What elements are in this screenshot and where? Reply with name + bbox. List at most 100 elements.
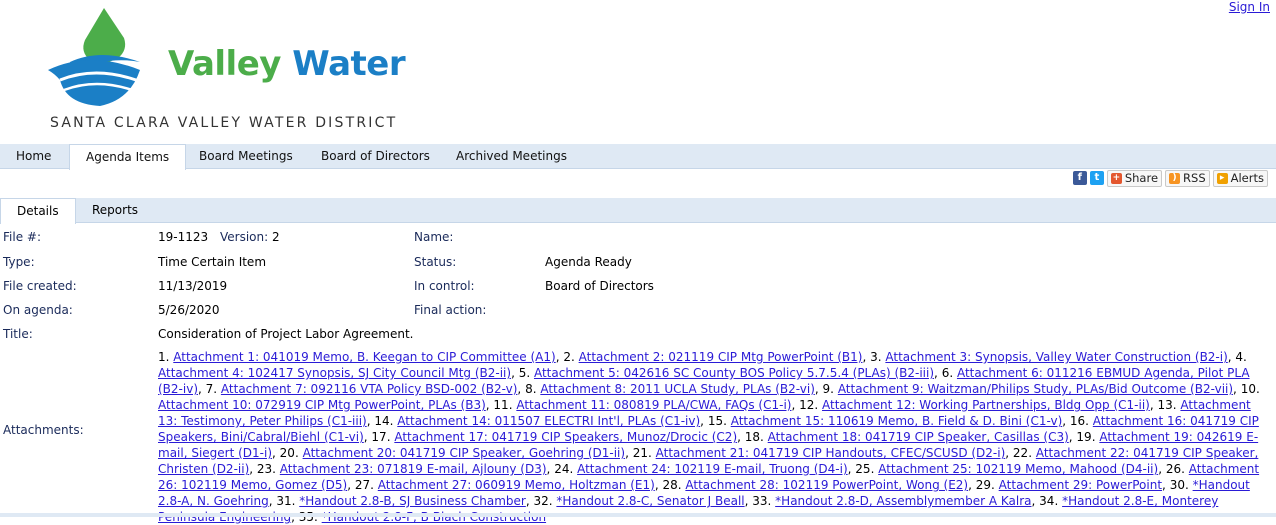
attachment-number: 25. [855, 462, 879, 476]
attachment-link[interactable]: Attachment 11: 080819 PLA/CWA, FAQs (C1-… [516, 398, 791, 412]
share-label: Share [1124, 171, 1159, 185]
attachment-number: 34. [1039, 494, 1063, 508]
attachment-number: 3. [870, 350, 886, 364]
attachment-separator: , [934, 366, 942, 380]
attachment-link[interactable]: Attachment 29: PowerPoint [999, 478, 1162, 492]
attachment-link[interactable]: Attachment 20: 041719 CIP Speaker, Goehr… [303, 446, 626, 460]
attachment-number: 8. [525, 382, 541, 396]
status-label: Status: [414, 255, 457, 269]
attachment-separator: , [1005, 446, 1013, 460]
attachment-link[interactable]: Attachment 24: 102119 E-mail, Truong (D4… [577, 462, 848, 476]
attachment-link[interactable]: Attachment 10: 072919 CIP Mtg PowerPoint… [158, 398, 486, 412]
attachment-number: 5. [518, 366, 534, 380]
attachment-number: 33. [752, 494, 776, 508]
attachment-separator: , [968, 478, 976, 492]
attachment-separator: , [1158, 462, 1166, 476]
version-value: 2 [272, 230, 280, 244]
attachment-link[interactable]: *Handout 2.8-B, SJ Business Chamber [299, 494, 526, 508]
attachments-label: Attachments: [3, 423, 84, 437]
attachment-link[interactable]: Attachment 17: 041719 CIP Speakers, Muno… [394, 430, 737, 444]
attachment-link[interactable]: Attachment 7: 092116 VTA Policy BSD-002 … [221, 382, 518, 396]
attachment-separator: , [511, 366, 519, 380]
alerts-button[interactable]: ▸ Alerts [1212, 169, 1268, 187]
attachment-link[interactable]: Attachment 2: 021119 CIP Mtg PowerPoint … [579, 350, 863, 364]
attachment-number: 15. [707, 414, 731, 428]
attachment-link[interactable]: Attachment 27: 060919 Memo, Holtzman (E1… [378, 478, 655, 492]
in-control-value: Board of Directors [545, 279, 654, 293]
on-agenda-value: 5/26/2020 [158, 303, 220, 317]
attachment-number: 12. [799, 398, 823, 412]
tab-reports[interactable]: Reports [76, 198, 154, 222]
rss-icon: ) [1169, 172, 1181, 184]
attachment-link[interactable]: *Handout 2.8-C, Senator J Beall [556, 494, 744, 508]
nav-tab-archived-meetings[interactable]: Archived Meetings [446, 144, 577, 168]
nav-tab-home[interactable]: Home [6, 144, 61, 168]
attachment-link[interactable]: Attachment 15: 110619 Memo, B. Field & D… [731, 414, 1063, 428]
file-created-value: 11/13/2019 [158, 279, 228, 293]
share-icon: + [1110, 172, 1122, 184]
attachment-separator: , [737, 430, 745, 444]
alerts-label: Alerts [1230, 171, 1264, 185]
attachment-number: 29. [975, 478, 999, 492]
attachment-separator: , [791, 398, 800, 412]
attachment-number: 26. [1165, 462, 1189, 476]
attachment-link[interactable]: Attachment 23: 071819 E-mail, Ajlouny (D… [280, 462, 547, 476]
attachment-link[interactable]: Attachment 18: 041719 CIP Speaker, Casil… [768, 430, 1069, 444]
title-value: Consideration of Project Labor Agreement… [158, 327, 414, 341]
attachment-link[interactable]: Attachment 28: 102119 PowerPoint, Wong (… [685, 478, 968, 492]
attachment-link[interactable]: Attachment 1: 041019 Memo, B. Keegan to … [173, 350, 555, 364]
attachment-link[interactable]: Attachment 12: Working Partnerships, Bld… [822, 398, 1150, 412]
attachment-separator: , [249, 462, 257, 476]
attachment-number: 32. [533, 494, 557, 508]
attachment-number: 20. [279, 446, 303, 460]
facebook-icon[interactable]: f [1072, 171, 1087, 185]
attachment-number: 16. [1069, 414, 1093, 428]
attachment-separator: , [1062, 414, 1070, 428]
attachment-link[interactable]: Attachment 3: Synopsis, Valley Water Con… [885, 350, 1227, 364]
attachment-separator: , [700, 414, 708, 428]
file-number-label: File #: [3, 230, 41, 244]
nav-tab-board-of-directors[interactable]: Board of Directors [311, 144, 440, 168]
share-button[interactable]: + Share [1106, 169, 1163, 187]
attachment-number: 10. [1240, 382, 1260, 396]
attachments-list: 1. Attachment 1: 041019 Memo, B. Keegan … [158, 349, 1270, 525]
attachment-number: 21. [632, 446, 656, 460]
attachment-separator: , [814, 382, 823, 396]
attachment-number: 30. [1169, 478, 1193, 492]
attachment-link[interactable]: Attachment 14: 011507 ELECTRI Int'l, PLA… [397, 414, 700, 428]
twitter-icon[interactable]: t [1089, 171, 1104, 185]
version-label: Version: [220, 230, 269, 244]
status-value: Agenda Ready [545, 255, 632, 269]
attachment-separator: , [1149, 398, 1158, 412]
nav-tab-board-meetings[interactable]: Board Meetings [189, 144, 303, 168]
attachment-number: 13. [1157, 398, 1181, 412]
attachment-number: 23. [256, 462, 280, 476]
bottom-divider [0, 513, 1276, 517]
attachment-separator: , [1162, 478, 1170, 492]
rss-button[interactable]: ) RSS [1165, 169, 1210, 187]
nav-tab-agenda-items[interactable]: Agenda Items [69, 144, 187, 170]
attachment-link[interactable]: Attachment 4: 102417 Synopsis, SJ City C… [158, 366, 511, 380]
attachment-number: 4. [1235, 350, 1247, 364]
attachment-number: 1. [158, 350, 174, 364]
attachment-separator: , [517, 382, 526, 396]
attachment-link[interactable]: Attachment 9: Waitzman/Philips Study, PL… [838, 382, 1233, 396]
tab-details[interactable]: Details [0, 198, 76, 224]
attachment-number: 9. [822, 382, 838, 396]
attachment-link[interactable]: Attachment 5: 042616 SC County BOS Polic… [534, 366, 934, 380]
sign-in-link[interactable]: Sign In [1229, 0, 1270, 14]
district-name: SANTA CLARA VALLEY WATER DISTRICT [50, 115, 398, 131]
attachment-separator: , [198, 382, 206, 396]
attachment-link[interactable]: Attachment 21: 041719 CIP Handouts, CFEC… [656, 446, 1006, 460]
attachment-link[interactable]: *Handout 2.8-D, Assemblymember A Kalra [775, 494, 1031, 508]
brand-word-valley: Valley [168, 44, 281, 84]
attachment-number: 27. [354, 478, 378, 492]
attachment-number: 19. [1076, 430, 1100, 444]
attachment-number: 18. [744, 430, 768, 444]
detail-tabs: Details Reports [0, 198, 1276, 224]
attachment-link[interactable]: Attachment 25: 102119 Memo, Mahood (D4-i… [878, 462, 1158, 476]
attachment-link[interactable]: Attachment 8: 2011 UCLA Study, PLAs (B2-… [540, 382, 815, 396]
attachment-number: 6. [941, 366, 957, 380]
attachment-separator: , [1233, 382, 1241, 396]
attachment-number: 17. [371, 430, 395, 444]
